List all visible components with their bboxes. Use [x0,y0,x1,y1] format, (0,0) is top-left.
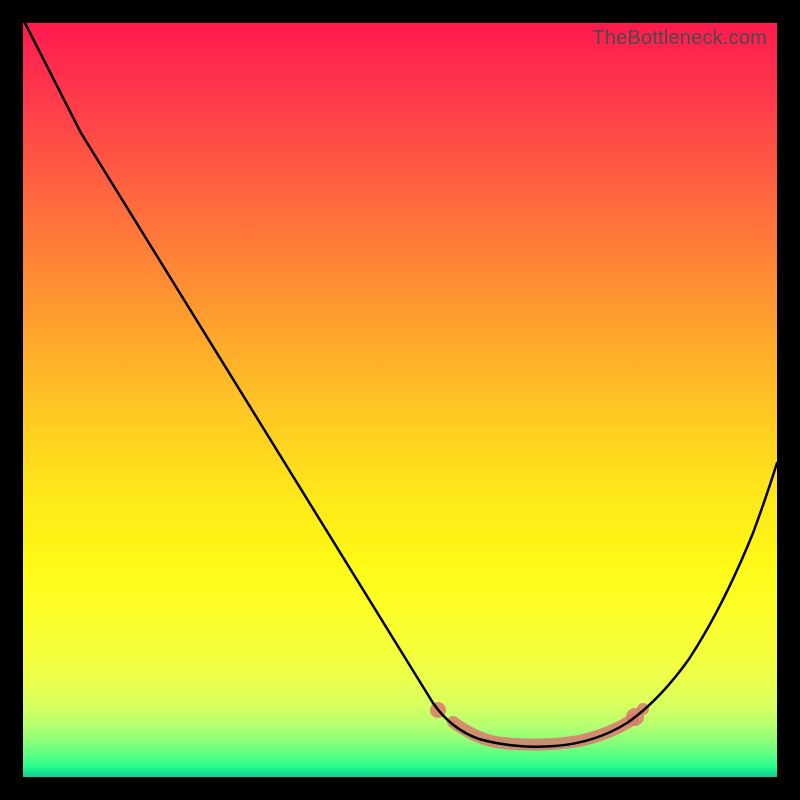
curve-path [25,23,777,747]
app-frame: TheBottleneck.com [0,0,800,800]
chart-plot-area: TheBottleneck.com [23,23,777,777]
bottleneck-curve [23,23,777,777]
highlight-segment [453,719,633,745]
watermark-text: TheBottleneck.com [592,27,767,50]
